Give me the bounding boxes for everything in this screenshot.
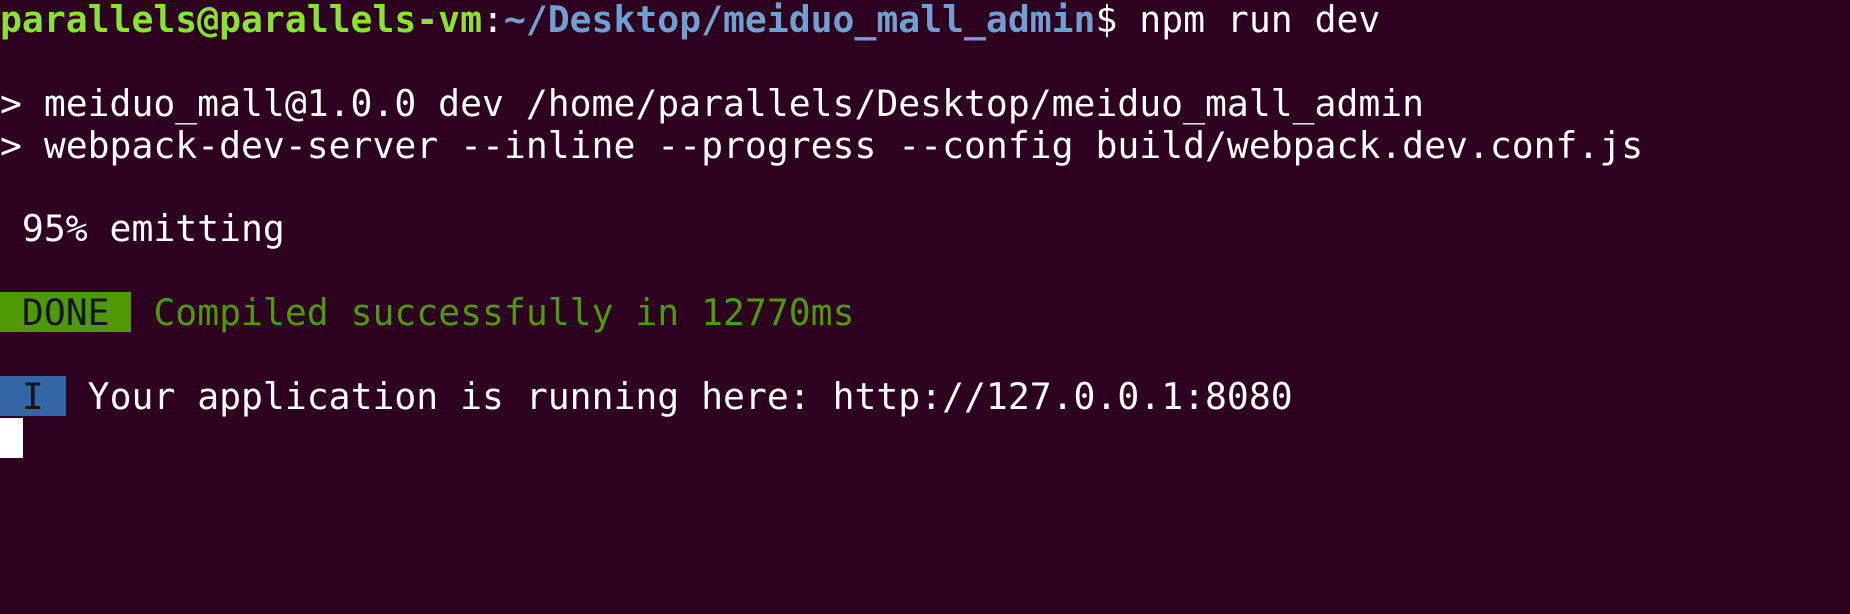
prompt-path: ~/Desktop/meiduo_mall_admin xyxy=(503,0,1096,41)
done-line: DONE Compiled successfully in 12770ms xyxy=(0,292,854,334)
done-message: Compiled successfully in 12770ms xyxy=(153,291,855,334)
script-command-line: > webpack-dev-server --inline --progress… xyxy=(0,124,1644,167)
text-cursor xyxy=(0,418,23,458)
prompt-line: parallels@parallels-vm:~/Desktop/meiduo_… xyxy=(0,0,1380,41)
prompt-symbol: $ xyxy=(1095,0,1118,41)
prompt-user-host: parallels@parallels-vm xyxy=(0,0,482,41)
info-badge: I xyxy=(0,375,66,418)
info-message: Your application is running here: http:/… xyxy=(87,375,1293,418)
script-name-line: > meiduo_mall@1.0.0 dev /home/parallels/… xyxy=(0,82,1425,125)
terminal-window[interactable]: parallels@parallels-vm:~/Desktop/meiduo_… xyxy=(0,0,1850,614)
prompt-command: npm run dev xyxy=(1117,0,1381,41)
progress-line: 95% emitting xyxy=(0,207,285,250)
done-badge: DONE xyxy=(0,291,132,334)
info-line: I Your application is running here: http… xyxy=(0,376,1293,418)
prompt-separator: : xyxy=(482,0,504,41)
